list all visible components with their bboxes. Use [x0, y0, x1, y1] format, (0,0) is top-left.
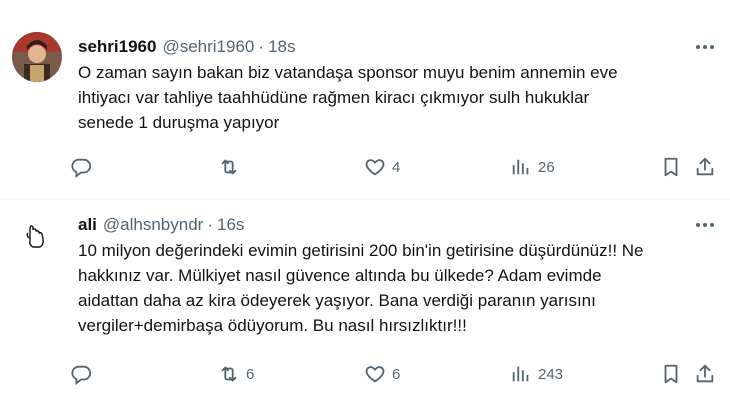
- retweet-icon: [218, 156, 240, 178]
- user-handle[interactable]: @alhsnbyndr: [103, 215, 203, 235]
- heart-icon: [364, 363, 386, 385]
- share-icon: [694, 363, 716, 385]
- views-count: 26: [538, 158, 555, 176]
- retweet-button[interactable]: [218, 150, 246, 184]
- views-count: 243: [538, 365, 564, 383]
- like-button[interactable]: 6: [364, 357, 400, 391]
- tweet-header: sehri1960 @sehri1960 · 18s: [78, 36, 295, 58]
- views-button[interactable]: 243: [510, 357, 563, 391]
- reply-icon: [70, 363, 92, 385]
- views-button[interactable]: 26: [510, 150, 555, 184]
- display-name[interactable]: sehri1960: [78, 37, 156, 57]
- avatar[interactable]: [12, 32, 62, 82]
- separator: ·: [207, 215, 214, 234]
- divider: [0, 199, 730, 200]
- tweet[interactable]: sehri1960 @sehri1960 · 18s O zaman sayın…: [0, 0, 730, 200]
- tweet-header: ali @alhsnbyndr · 16s: [78, 214, 244, 236]
- reply-button[interactable]: [70, 150, 98, 184]
- tweet-text: O zaman sayın bakan biz vatandaşa sponso…: [78, 63, 618, 132]
- more-icon[interactable]: [694, 38, 716, 56]
- bookmark-icon: [660, 156, 682, 178]
- user-handle[interactable]: @sehri1960: [162, 37, 254, 57]
- retweet-button[interactable]: 6: [218, 357, 254, 391]
- like-count: 4: [392, 158, 401, 176]
- share-button[interactable]: [694, 150, 716, 184]
- bookmark-icon: [660, 363, 682, 385]
- like-button[interactable]: 4: [364, 150, 400, 184]
- display-name[interactable]: ali: [78, 215, 97, 235]
- more-icon[interactable]: [694, 216, 716, 234]
- separator: ·: [258, 37, 265, 56]
- views-icon: [510, 363, 532, 385]
- share-icon: [694, 156, 716, 178]
- timestamp[interactable]: 18s: [268, 37, 295, 57]
- share-button[interactable]: [694, 357, 716, 391]
- bookmark-button[interactable]: [660, 150, 682, 184]
- avatar[interactable]: [20, 223, 50, 253]
- retweet-count: 6: [246, 365, 255, 383]
- views-icon: [510, 156, 532, 178]
- reply-button[interactable]: [70, 357, 98, 391]
- reply-icon: [70, 156, 92, 178]
- action-bar: 6 6 243: [70, 357, 720, 391]
- tweet[interactable]: ali @alhsnbyndr · 16s 10 milyon değerind…: [0, 201, 730, 420]
- action-bar: 4 26: [70, 150, 720, 184]
- bookmark-button[interactable]: [660, 357, 682, 391]
- heart-icon: [364, 156, 386, 178]
- retweet-icon: [218, 363, 240, 385]
- timestamp[interactable]: 16s: [217, 215, 244, 235]
- like-count: 6: [392, 365, 401, 383]
- tweet-text: 10 milyon değerindeki evimin getirisini …: [78, 241, 644, 335]
